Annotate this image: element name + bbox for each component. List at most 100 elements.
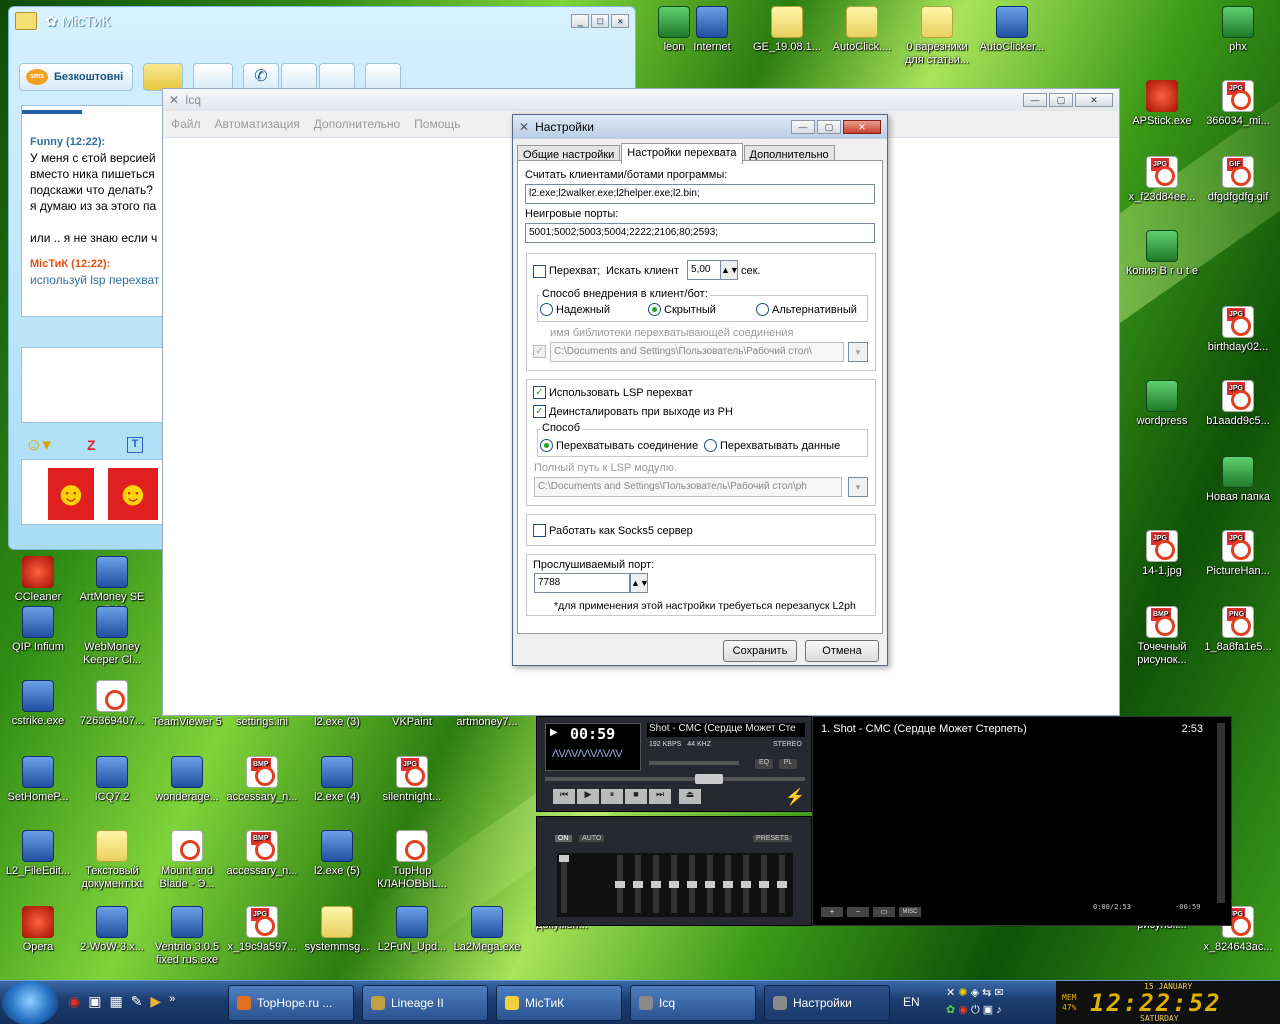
tray-volume-icon[interactable]: ♪ [996, 1004, 1002, 1016]
tray-display-icon[interactable]: ▣ [983, 1004, 993, 1016]
desktop-icon-teamviewer[interactable]: TeamViewer 5 [149, 716, 225, 729]
add-button[interactable]: + [821, 907, 843, 917]
desktop-icon-apstick[interactable]: APStick.exe [1124, 80, 1200, 128]
eq-band-handle[interactable] [705, 881, 715, 888]
file-button[interactable] [319, 63, 355, 91]
desktop-icon-phx[interactable]: phx [1200, 6, 1276, 54]
eject-button[interactable]: ⏏ [679, 789, 701, 804]
tool-icon[interactable]: ✎ [131, 993, 143, 1010]
eq-auto-button[interactable]: AUTO [579, 835, 605, 842]
lib-dropdown-button[interactable]: ▾ [848, 342, 868, 362]
desktop-icon-tochech1[interactable]: BMP Точечный рисунок... [1124, 606, 1200, 667]
desktop-icon-mountblade[interactable]: Mount and Blade - Э... [149, 830, 225, 891]
eq-band-slider[interactable] [615, 855, 625, 913]
desktop-icon-14-1[interactable]: JPG 14-1.jpg [1124, 530, 1200, 578]
tray-power-icon[interactable]: ⏻ [971, 1004, 980, 1016]
call-button[interactable]: ✆ [243, 63, 279, 91]
next-button[interactable]: ⏭ [649, 789, 671, 804]
clock-panel[interactable]: MEM 47% 15 JANUARY 12:22:52 SATURDAY [1056, 981, 1280, 1024]
method-connection-radio[interactable] [540, 439, 553, 452]
maximize-button[interactable]: ▢ [1049, 93, 1073, 107]
desktop-icon-dfgd[interactable]: GIF dfgdfgdfg.gif [1200, 156, 1276, 204]
eq-band-handle[interactable] [633, 881, 643, 888]
desktop-icon-vkpaint[interactable]: VKPaint [374, 716, 450, 729]
desktop-icon-varezniki[interactable]: 0 варезники для статьи... [899, 6, 975, 67]
webcam-button[interactable] [281, 63, 317, 91]
lightning-icon[interactable]: ⚡ [785, 787, 805, 807]
desktop-icon-wonderage[interactable]: wonderage... [149, 756, 225, 804]
desktop-icon-settingsini[interactable]: settings.ini [224, 716, 300, 729]
lsp-checkbox[interactable]: ✓ [533, 386, 546, 399]
eq-band-handle[interactable] [741, 881, 751, 888]
taskbar-item-3[interactable]: Icq [630, 985, 756, 1021]
tray-tools-icon[interactable]: ✕ [946, 987, 955, 999]
stop-button[interactable]: ■ [625, 789, 647, 804]
close-button[interactable]: ✕ [843, 120, 881, 134]
notes-button[interactable] [143, 63, 183, 91]
desktop-icon-novaya[interactable]: Новая папка [1200, 456, 1276, 504]
intercept-checkbox[interactable] [533, 265, 546, 278]
play-button[interactable]: ▶ [577, 789, 599, 804]
desktop-icon-birthday[interactable]: JPG birthday02... [1200, 306, 1276, 354]
desktop-icon-ventrilo[interactable]: Ventrilo 3.0.5 fixed rus.exe [149, 906, 225, 967]
desktop-icon-b1aadd[interactable]: JPG b1aadd9c5... [1200, 380, 1276, 428]
icq-titlebar[interactable]: ✕ Icq — ▢ ✕ [163, 89, 1119, 111]
chat-titlebar[interactable]: ✿ МісТиК _ □ × [9, 7, 635, 35]
font-color-icon[interactable]: Z [87, 437, 96, 453]
eq-preamp-handle[interactable] [559, 855, 569, 862]
desktop-icon-internet[interactable]: Internet [674, 6, 750, 54]
eq-band-handle[interactable] [669, 881, 679, 888]
eq-preamp-slider[interactable] [559, 855, 569, 913]
opera-icon[interactable]: ◉ [68, 993, 80, 1010]
desktop-icon-silentnight[interactable]: JPG silentnight... [374, 756, 450, 804]
desktop-icon-kopiya[interactable]: Копия B r u t e [1124, 230, 1200, 278]
eq-band-handle[interactable] [687, 881, 697, 888]
start-button[interactable] [2, 981, 58, 1024]
close-button[interactable]: ✕ [1075, 93, 1113, 107]
select-button[interactable]: ▭ [873, 907, 895, 917]
search-interval-input[interactable]: 5,00 [687, 260, 721, 280]
minimize-button[interactable]: — [791, 120, 815, 134]
inject-alternative-radio[interactable] [756, 303, 769, 316]
desktop-icon-l2fun[interactable]: L2FuN_Upd... [374, 906, 450, 954]
prev-button[interactable]: ⏮ [553, 789, 575, 804]
desktop-icon-wow[interactable]: 2-WoW-3.x... [74, 906, 150, 954]
lib-path-input[interactable]: C:\Documents and Settings\Пользователь\Р… [550, 342, 844, 362]
more-icon[interactable]: » [169, 993, 175, 1010]
desktop-icon-img366[interactable]: JPG 366034_mi... [1200, 80, 1276, 128]
tray-shield-icon[interactable]: ◈ [971, 987, 979, 999]
seek-bar[interactable] [545, 774, 805, 784]
tray-network-icon[interactable]: ⇆ [982, 987, 991, 999]
search-interval-stepper[interactable]: ▲▼ [720, 260, 739, 280]
eq-band-slider[interactable] [723, 855, 733, 913]
menu-item-2[interactable]: Дополнительно [314, 117, 400, 131]
menu-item-0[interactable]: Файл [171, 117, 201, 131]
eq-band-handle[interactable] [651, 881, 661, 888]
eq-band-handle[interactable] [759, 881, 769, 888]
inject-reliable-radio[interactable] [540, 303, 553, 316]
minimize-button[interactable]: — [1023, 93, 1047, 107]
calculator-icon[interactable]: ▦ [109, 993, 122, 1010]
eq-on-button[interactable]: ON [555, 835, 572, 842]
pause-button[interactable]: ⏸ [601, 789, 623, 804]
desktop-icon-autoclicker[interactable]: AutoClicker... [974, 6, 1050, 54]
eq-toggle-button[interactable]: EQ [755, 759, 773, 769]
desktop-icon-l2exe5[interactable]: l2.exe (5) [299, 830, 375, 878]
maximize-button[interactable]: □ [591, 14, 609, 28]
user-info-button[interactable] [193, 63, 233, 91]
uninstall-checkbox[interactable]: ✓ [533, 405, 546, 418]
listen-port-input[interactable]: 7788 [534, 573, 630, 593]
desktop-icon-qip[interactable]: QIP Infium [0, 606, 76, 654]
lib-checkbox[interactable]: ✓ [533, 345, 546, 358]
chat-log[interactable]: Funny (12:22): У меня с єтой версией вмест… [21, 105, 163, 317]
eq-band-slider[interactable] [633, 855, 643, 913]
listen-port-stepper[interactable]: ▲▼ [630, 573, 649, 593]
minimize-button[interactable]: _ [571, 14, 589, 28]
chat-input[interactable] [21, 347, 163, 423]
seek-handle[interactable] [695, 774, 723, 784]
eq-band-handle[interactable] [777, 881, 787, 888]
desktop-icon-picturehan[interactable]: JPG PictureHan... [1200, 530, 1276, 578]
desktop-icon-xf23[interactable]: JPG x_f23d84ee... [1124, 156, 1200, 204]
menu-item-3[interactable]: Помощь [414, 117, 460, 131]
media-icon[interactable]: ▶ [150, 993, 161, 1010]
